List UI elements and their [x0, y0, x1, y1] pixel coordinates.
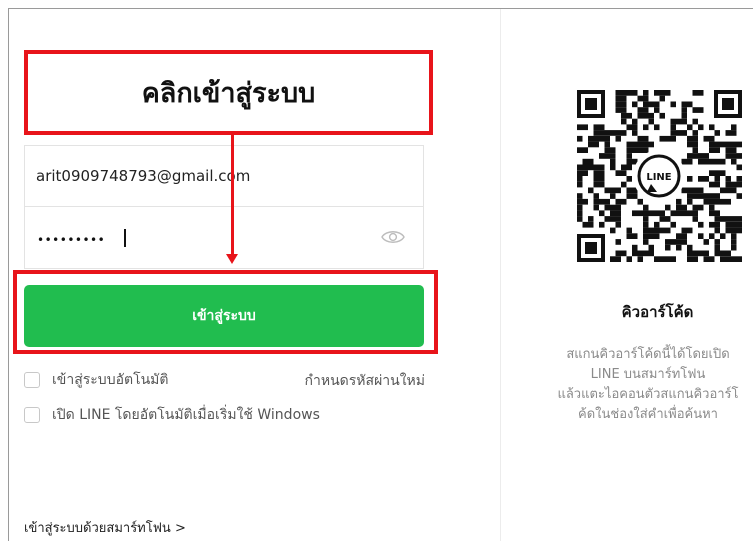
- auto-login-label: เข้าสู่ระบบอัตโนมัติ: [52, 372, 169, 388]
- start-with-windows-label: เปิด LINE โดยอัตโนมัติเมื่อเริ่มใช้ Wind…: [52, 407, 320, 423]
- callout-arrow-line: [231, 135, 234, 257]
- auto-login-option[interactable]: เข้าสู่ระบบอัตโนมัติ: [24, 369, 168, 391]
- smartphone-login-link[interactable]: เข้าสู่ระบบด้วยสมาร์ทโฟน >: [24, 517, 186, 538]
- password-field[interactable]: •••••••••: [24, 207, 424, 269]
- panel-divider: [500, 9, 501, 541]
- callout-arrow-head: [226, 254, 238, 264]
- qr-code: LINE: [577, 90, 742, 262]
- login-button-highlight: [13, 270, 438, 354]
- instruction-callout: คลิกเข้าสู่ระบบ: [24, 50, 433, 135]
- qr-badge-text: LINE: [646, 172, 671, 183]
- reset-password-link[interactable]: กำหนดรหัสผ่านใหม่: [305, 370, 425, 392]
- auto-login-checkbox[interactable]: [24, 372, 40, 388]
- email-value: arit0909748793@gmail.com: [36, 167, 251, 185]
- start-with-windows-option[interactable]: เปิด LINE โดยอัตโนมัติเมื่อเริ่มใช้ Wind…: [24, 404, 320, 426]
- instruction-callout-text: คลิกเข้าสู่ระบบ: [141, 78, 316, 109]
- eye-icon[interactable]: [381, 227, 405, 247]
- qr-code-graphic: LINE: [577, 90, 742, 262]
- start-with-windows-checkbox[interactable]: [24, 407, 40, 423]
- qr-title: คิวอาร์โค้ด: [621, 303, 694, 321]
- email-field[interactable]: arit0909748793@gmail.com: [24, 145, 424, 207]
- qr-description: สแกนคิวอาร์โค้ดนี้ได้โดยเปิด LINE บนสมาร…: [557, 347, 739, 422]
- password-mask: •••••••••: [37, 233, 106, 247]
- text-caret: [124, 229, 126, 247]
